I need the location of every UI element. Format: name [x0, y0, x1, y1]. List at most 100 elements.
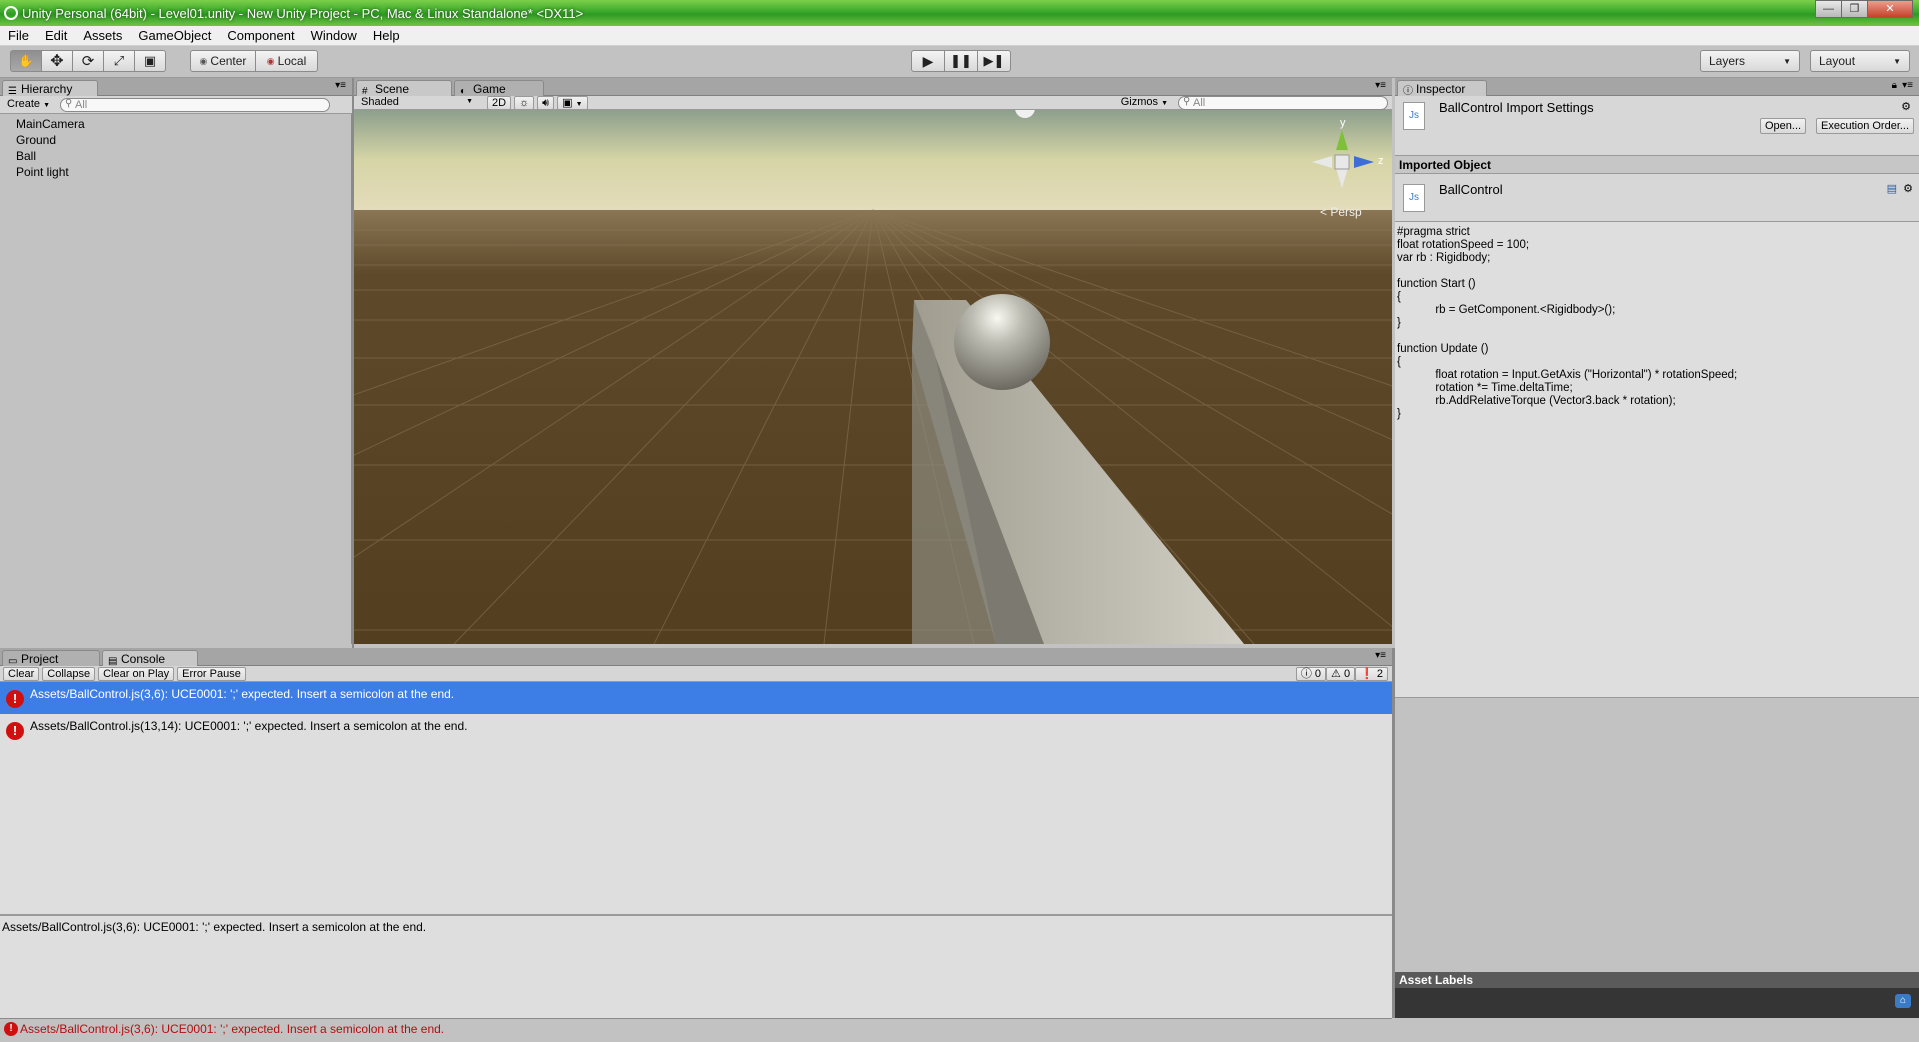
warning-icon: ⚠: [1331, 667, 1341, 680]
panel-menu-icon[interactable]: ▾≡: [335, 80, 346, 91]
open-button[interactable]: Open...: [1760, 118, 1807, 134]
lock-icon[interactable]: 🔒︎: [1892, 80, 1897, 91]
dropdown-arrow-icon: ▼: [575, 100, 583, 108]
window-title: Unity Personal (64bit) - Level01.unity -…: [22, 5, 584, 21]
rotate-tool-button[interactable]: ⟳: [72, 50, 104, 72]
help-book-icon[interactable]: ▤: [1887, 182, 1897, 195]
scene-search-input[interactable]: All: [1178, 95, 1388, 110]
tab-hierarchy[interactable]: ☰ Hierarchy: [2, 80, 98, 97]
tab-project[interactable]: ▭ Project: [2, 650, 100, 667]
pivot-label: Center: [210, 54, 247, 68]
tag-icon[interactable]: ⌂: [1895, 994, 1911, 1008]
error-icon: !: [4, 1022, 18, 1036]
clear-on-play-button[interactable]: Clear on Play: [98, 666, 175, 681]
pivot-center-button[interactable]: ◉ Center: [190, 50, 256, 72]
transform-tools: ✋ ✥ ⟳ ⤢ ▣: [10, 50, 166, 72]
layout-dropdown[interactable]: Layout ▼: [1810, 50, 1910, 72]
main-toolbar: ✋ ✥ ⟳ ⤢ ▣ ◉ Center ◉ Local ▶ ❚❚ ▶❚ Layers ▼…: [0, 46, 1919, 78]
scale-tool-button[interactable]: ⤢: [103, 50, 135, 72]
move-tool-button[interactable]: ✥: [41, 50, 73, 72]
hierarchy-subbar: Create ▼ All: [0, 96, 352, 114]
error-count-toggle[interactable]: ❗ 2: [1355, 666, 1388, 681]
hierarchy-list: MainCamera Ground Ball Point light: [0, 114, 352, 644]
console-toolbar: Clear Collapse Clear on Play Error Pause…: [0, 666, 1392, 682]
console-entry[interactable]: ! Assets/BallControl.js(13,14): UCE0001:…: [0, 714, 1392, 746]
code-line: ​: [1397, 265, 1917, 278]
status-bar[interactable]: ! Assets/BallControl.js(3,6): UCE0001: '…: [0, 1018, 1392, 1040]
hierarchy-item-ground[interactable]: Ground: [0, 132, 351, 148]
error-pause-button[interactable]: Error Pause: [177, 666, 246, 681]
hierarchy-search-placeholder: All: [75, 98, 88, 111]
hierarchy-item-ball[interactable]: Ball: [0, 148, 351, 164]
js-file-icon: Js: [1403, 102, 1425, 130]
play-button[interactable]: ▶: [911, 50, 945, 72]
hierarchy-item-maincamera[interactable]: MainCamera: [0, 116, 351, 132]
code-line: function Start (): [1397, 278, 1476, 290]
close-button[interactable]: ✕: [1867, 0, 1913, 18]
local-icon: ◉: [266, 55, 275, 66]
console-entry-selected[interactable]: ! Assets/BallControl.js(3,6): UCE0001: '…: [0, 682, 1392, 714]
menu-component[interactable]: Component: [219, 28, 302, 43]
inspector-header: Js BallControl Import Settings ⚙ Open...…: [1395, 96, 1919, 156]
menu-edit[interactable]: Edit: [37, 28, 75, 43]
console-detail: Assets/BallControl.js(3,6): UCE0001: ';'…: [0, 914, 1392, 1018]
minimize-button[interactable]: —: [1815, 0, 1842, 18]
dropdown-arrow-icon: ▼: [43, 101, 51, 109]
menu-file[interactable]: File: [0, 28, 37, 43]
window-titlebar[interactable]: Unity Personal (64bit) - Level01.unity -…: [0, 0, 1919, 26]
lighting-toggle[interactable]: ☼: [514, 95, 535, 110]
gizmos-dropdown[interactable]: Gizmos ▼: [1117, 96, 1172, 110]
execution-order-button[interactable]: Execution Order...: [1816, 118, 1915, 134]
audio-toggle[interactable]: 🔊︎: [537, 95, 555, 110]
status-message: Assets/BallControl.js(3,6): UCE0001: ';'…: [20, 1022, 445, 1036]
2d-toggle[interactable]: 2D: [487, 95, 512, 110]
tab-inspector[interactable]: ⓘ Inspector: [1397, 80, 1487, 97]
layers-dropdown[interactable]: Layers ▼: [1700, 50, 1800, 72]
clear-button[interactable]: Clear: [3, 666, 40, 681]
settings-gear-icon[interactable]: ⚙: [1903, 182, 1913, 195]
tab-scene[interactable]: # Scene: [356, 80, 452, 97]
code-line: ​: [1397, 330, 1917, 343]
effects-dropdown[interactable]: ▣ ▼: [557, 95, 588, 110]
tab-project-label: Project: [21, 652, 59, 666]
collapse-button[interactable]: Collapse: [42, 666, 96, 681]
pivot-icon: ◉: [199, 55, 208, 66]
menu-assets[interactable]: Assets: [75, 28, 130, 43]
persp-label[interactable]: < Persp: [1320, 205, 1362, 219]
tab-game[interactable]: ◐ Game: [454, 80, 544, 97]
scene-viewport[interactable]: y z < Persp: [354, 110, 1392, 644]
local-label: Local: [277, 54, 307, 68]
error-icon: ❗: [1360, 667, 1374, 680]
warning-count-toggle[interactable]: ⚠ 0: [1326, 666, 1356, 681]
panel-menu-icon[interactable]: ▾≡: [1902, 80, 1913, 91]
code-line: #pragma strict: [1397, 226, 1470, 238]
maximize-button[interactable]: ❐: [1841, 0, 1868, 18]
shading-dropdown[interactable]: Shaded ▼: [357, 96, 477, 110]
pause-button[interactable]: ❚❚: [944, 50, 978, 72]
panel-menu-icon[interactable]: ▾≡: [1375, 80, 1386, 91]
hierarchy-item-point-light[interactable]: Point light: [0, 164, 351, 180]
console-log: ! Assets/BallControl.js(3,6): UCE0001: '…: [0, 682, 1392, 914]
hierarchy-search-input[interactable]: All: [60, 97, 331, 112]
panel-divider[interactable]: [352, 78, 354, 648]
tab-game-label: Game: [473, 82, 506, 96]
rect-tool-button[interactable]: ▣: [134, 50, 166, 72]
pivot-local-button[interactable]: ◉ Local: [255, 50, 318, 72]
info-count-toggle[interactable]: ⓘ 0: [1295, 666, 1327, 681]
panel-menu-icon[interactable]: ▾≡: [1375, 650, 1386, 661]
settings-gear-icon[interactable]: ⚙: [1901, 100, 1911, 113]
menu-help[interactable]: Help: [365, 28, 408, 43]
menu-gameobject[interactable]: GameObject: [130, 28, 219, 43]
error-icon: !: [6, 690, 24, 708]
tab-console[interactable]: ▤ Console: [102, 650, 198, 667]
menu-window[interactable]: Window: [303, 28, 365, 43]
create-label: Create: [7, 97, 41, 110]
create-dropdown[interactable]: Create ▼: [3, 98, 54, 112]
tab-scene-label: Scene: [375, 82, 410, 96]
panel-divider[interactable]: [1392, 648, 1395, 1018]
sky: [354, 110, 1392, 210]
scene-search-placeholder: All: [1193, 96, 1206, 109]
step-button[interactable]: ▶❚: [977, 50, 1011, 72]
scene-render[interactable]: y z < Persp: [354, 110, 1392, 644]
hand-tool-button[interactable]: ✋: [10, 50, 42, 72]
